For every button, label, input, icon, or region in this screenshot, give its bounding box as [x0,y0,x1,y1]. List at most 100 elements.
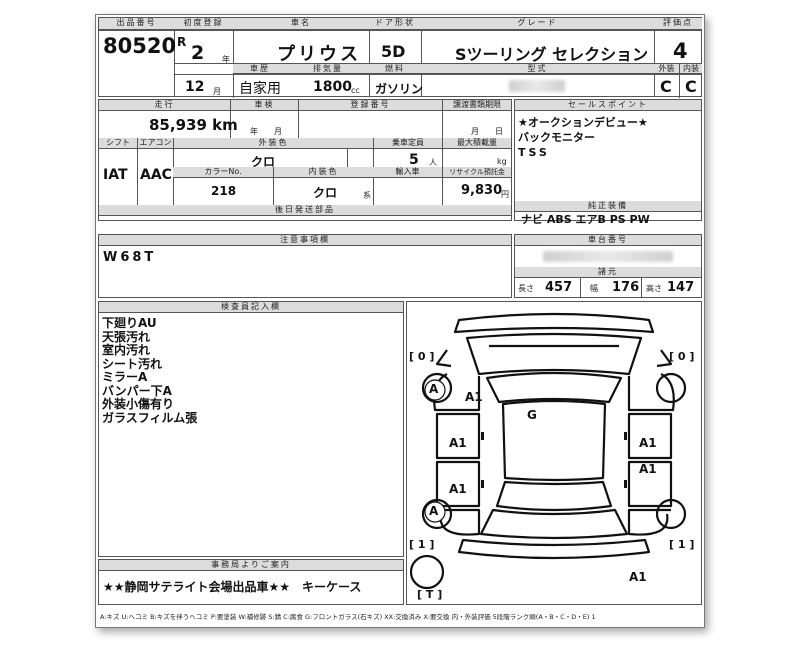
bracket-front-left: [ 0 ] [409,350,435,363]
month-unit: 月 [213,87,221,96]
inspector-note-5: ミラーA [102,370,148,384]
history: 自家用 [239,81,281,97]
displacement: 1800 [313,79,352,95]
fuel: ガソリン [375,82,424,96]
model-code-redacted [509,80,565,92]
grade-label: グレード [421,18,654,30]
width-label: 幅 [590,284,598,293]
docs-label: 後日発送部品 [99,205,511,216]
bracket-rear-right: [ 1 ] [669,538,695,551]
shift: IAT [103,167,128,183]
office-label: 事務局よりご案内 [99,560,403,571]
sales-point-2: バックモニター [518,131,595,144]
history-label: 車歴 [233,63,287,74]
inspection-label: 車検 [230,100,298,111]
mark-left-rear-door: A1 [449,482,467,496]
reg-year: 2 [191,42,205,64]
length-label: 長さ [518,284,534,293]
height: 147 [667,280,695,295]
notes-block: 注意事項欄 W68T [98,234,512,298]
inspector-note-8: ガラスフィルム張 [102,410,198,425]
inspection-unit: 年 月 [250,127,282,136]
reg-month: 12 [185,79,205,95]
notes-text: W68T [103,250,157,265]
capacity-label: 乗車定員 [373,138,442,149]
interior-color: クロ [313,186,338,200]
notes-label: 注意事項欄 [99,235,511,246]
recycle-fee: 9,830 [461,183,503,198]
exterior-label: 外装 [654,63,679,74]
lot-label: 出品番号 [99,18,174,30]
bracket-rear-left: [ 1 ] [409,538,435,551]
car-outline-svg [409,312,687,590]
door-label: ドア形状 [369,18,421,30]
office-text: ★★静岡サテライト会場出品車★★ キーケース [103,580,362,594]
inspector-note-4: シート汚れ [102,356,163,371]
inspector-note-6: バンパー下A [102,383,172,398]
inspector-block: 検査員記入欄 下廻りAU 天張汚れ 室内汚れ シート汚れ ミラーA バンパー下A… [98,301,404,557]
sales-points-block: セールスポイント ★オークションデビュー★ バックモニター TSS 純正装備 ナ… [514,99,702,226]
lot-number: 80520 [103,34,177,58]
score: 4 [673,39,688,63]
year-unit: 年 [222,55,230,64]
color-no-label: カラーNo. [173,167,273,178]
length: 457 [545,280,573,295]
inspector-note-2: 天張汚れ [102,329,151,344]
color-number: 218 [211,184,237,198]
int-color-unit: 系 [363,191,371,200]
inspector-note-1: 下廻りAU [102,316,157,330]
ac: AAC [140,167,172,183]
chassis-number-redacted [543,251,673,262]
inspector-note-7: 外装小傷有り [102,397,175,411]
car-name-label: 車名 [233,18,369,30]
sales-point-3: TSS [518,146,550,159]
dims-label: 諸元 [515,267,701,278]
score-label: 評価点 [654,18,702,30]
mark-wheel-rl: A [429,504,439,518]
auction-sheet: 出品番号 初度登録 車名 ドア形状 グレード 評価点 80520 R 2 年 プ… [95,14,705,628]
mileage-label: 走行 [99,100,230,111]
import-label: 輸入車 [373,167,442,178]
mark-right-rear-door: A1 [639,462,657,476]
color-label: 外装色 [173,138,373,149]
load-label: 最大積載量 [442,138,511,149]
inspector-label: 検査員記入欄 [99,302,403,313]
transfer-label: 譲渡書類期限 [442,100,511,111]
bracket-front-right: [ 0 ] [669,350,695,363]
era: R [177,35,187,49]
inspector-note-3: 室内汚れ [102,343,151,357]
transfer-unit: 月 日 [471,127,503,136]
sales-point-1: ★オークションデビュー★ [518,116,648,129]
grade: Sツーリング セレクション [455,45,649,64]
shift-label: シフト [99,138,137,149]
mileage: 85,939 km [149,116,238,134]
chassis-block: 車台番号 諸元 長さ 457 幅 176 高さ 147 [514,234,702,298]
disp-unit: cc [351,86,360,95]
width: 176 [612,280,640,295]
reg-number-label: 登録番号 [298,100,442,111]
model-label: 型式 [421,63,654,74]
office-block: 事務局よりご案内 ★★静岡サテライト会場出品車★★ キーケース [98,559,404,605]
interior-label: 内装 [679,63,702,74]
exterior-grade: C [660,77,672,96]
recycle-unit: 円 [501,190,509,199]
fuel-label: 燃料 [369,63,421,74]
mark-right-front-door: A1 [639,436,657,450]
mark-roof: G [527,408,537,422]
recycle-label: リサイクル預託金 [442,167,511,178]
first-reg-label: 初度登録 [174,18,233,30]
header-block: 出品番号 初度登録 車名 ドア形状 グレード 評価点 80520 R 2 年 プ… [98,17,702,98]
height-label: 高さ [646,284,662,293]
bracket-tire: [ T ] [417,588,443,601]
chassis-label: 車台番号 [515,235,701,246]
equipment: ナビ ABS エアB PS PW [521,213,650,226]
door-type: 5D [381,42,406,61]
ac-label: エアコン [137,138,173,149]
capacity: 5 [409,152,419,168]
int-color-label: 内装色 [273,167,373,178]
sales-label: セールスポイント [515,100,701,111]
disp-label: 排気量 [287,63,369,74]
mark-hood: A1 [465,390,483,404]
damage-diagram: A A1 G A1 A1 A1 A1 A A1 [ 0 ] [ 0 ] [ 1 … [406,301,702,605]
mark-left-front-door: A1 [449,436,467,450]
